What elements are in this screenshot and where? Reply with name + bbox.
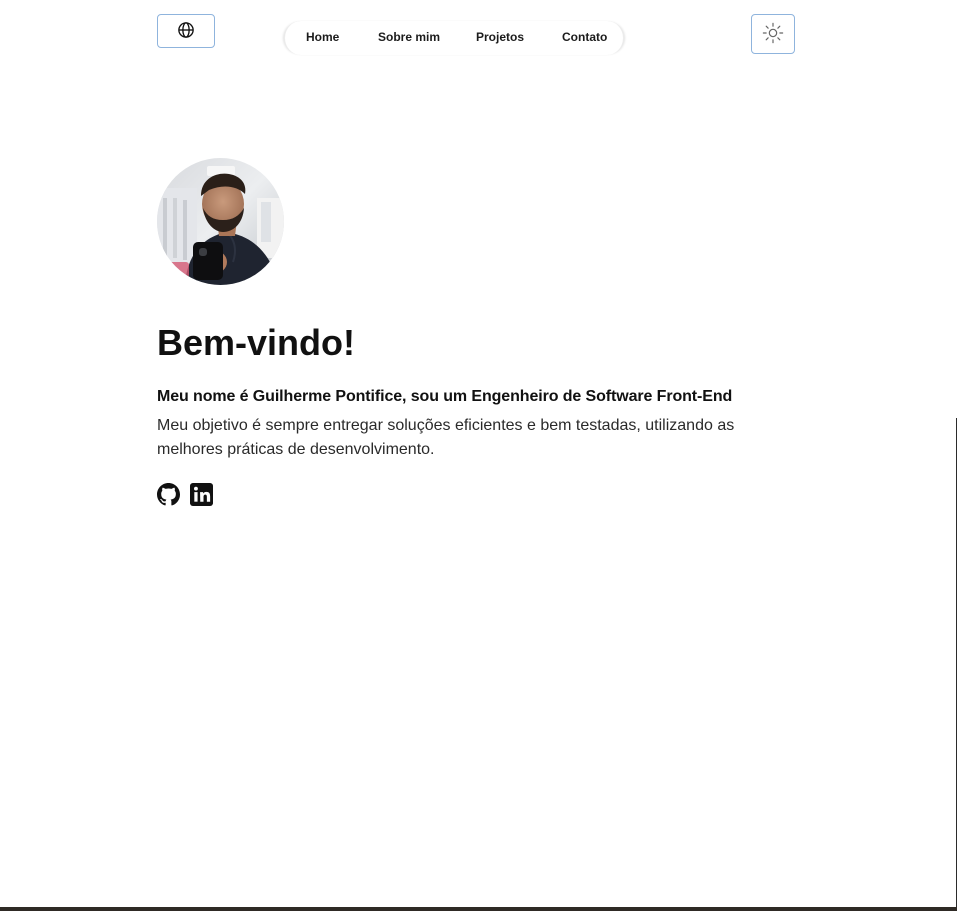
github-link[interactable] bbox=[157, 483, 180, 506]
nav-item-home[interactable]: Home bbox=[306, 30, 339, 44]
github-icon bbox=[157, 483, 180, 510]
main-nav: Home Sobre mim Projetos Contato bbox=[284, 21, 624, 55]
avatar-photo bbox=[157, 158, 284, 285]
hero-subtitle: Meu nome é Guilherme Pontifice, sou um E… bbox=[157, 388, 733, 405]
window-edge-bottom bbox=[0, 907, 957, 911]
linkedin-icon bbox=[190, 483, 213, 510]
page-title: Bem-vindo! bbox=[157, 322, 355, 363]
nav-item-sobre-mim[interactable]: Sobre mim bbox=[378, 30, 440, 44]
theme-toggle-button[interactable] bbox=[751, 14, 795, 54]
nav-item-projetos[interactable]: Projetos bbox=[476, 30, 524, 44]
sun-icon bbox=[762, 22, 784, 47]
language-button[interactable] bbox=[157, 14, 215, 48]
hero-description: Meu objetivo é sempre entregar soluções … bbox=[157, 417, 735, 458]
globe-icon bbox=[177, 21, 195, 42]
linkedin-link[interactable] bbox=[190, 483, 213, 506]
avatar bbox=[157, 158, 284, 285]
nav-item-contato[interactable]: Contato bbox=[562, 30, 607, 44]
